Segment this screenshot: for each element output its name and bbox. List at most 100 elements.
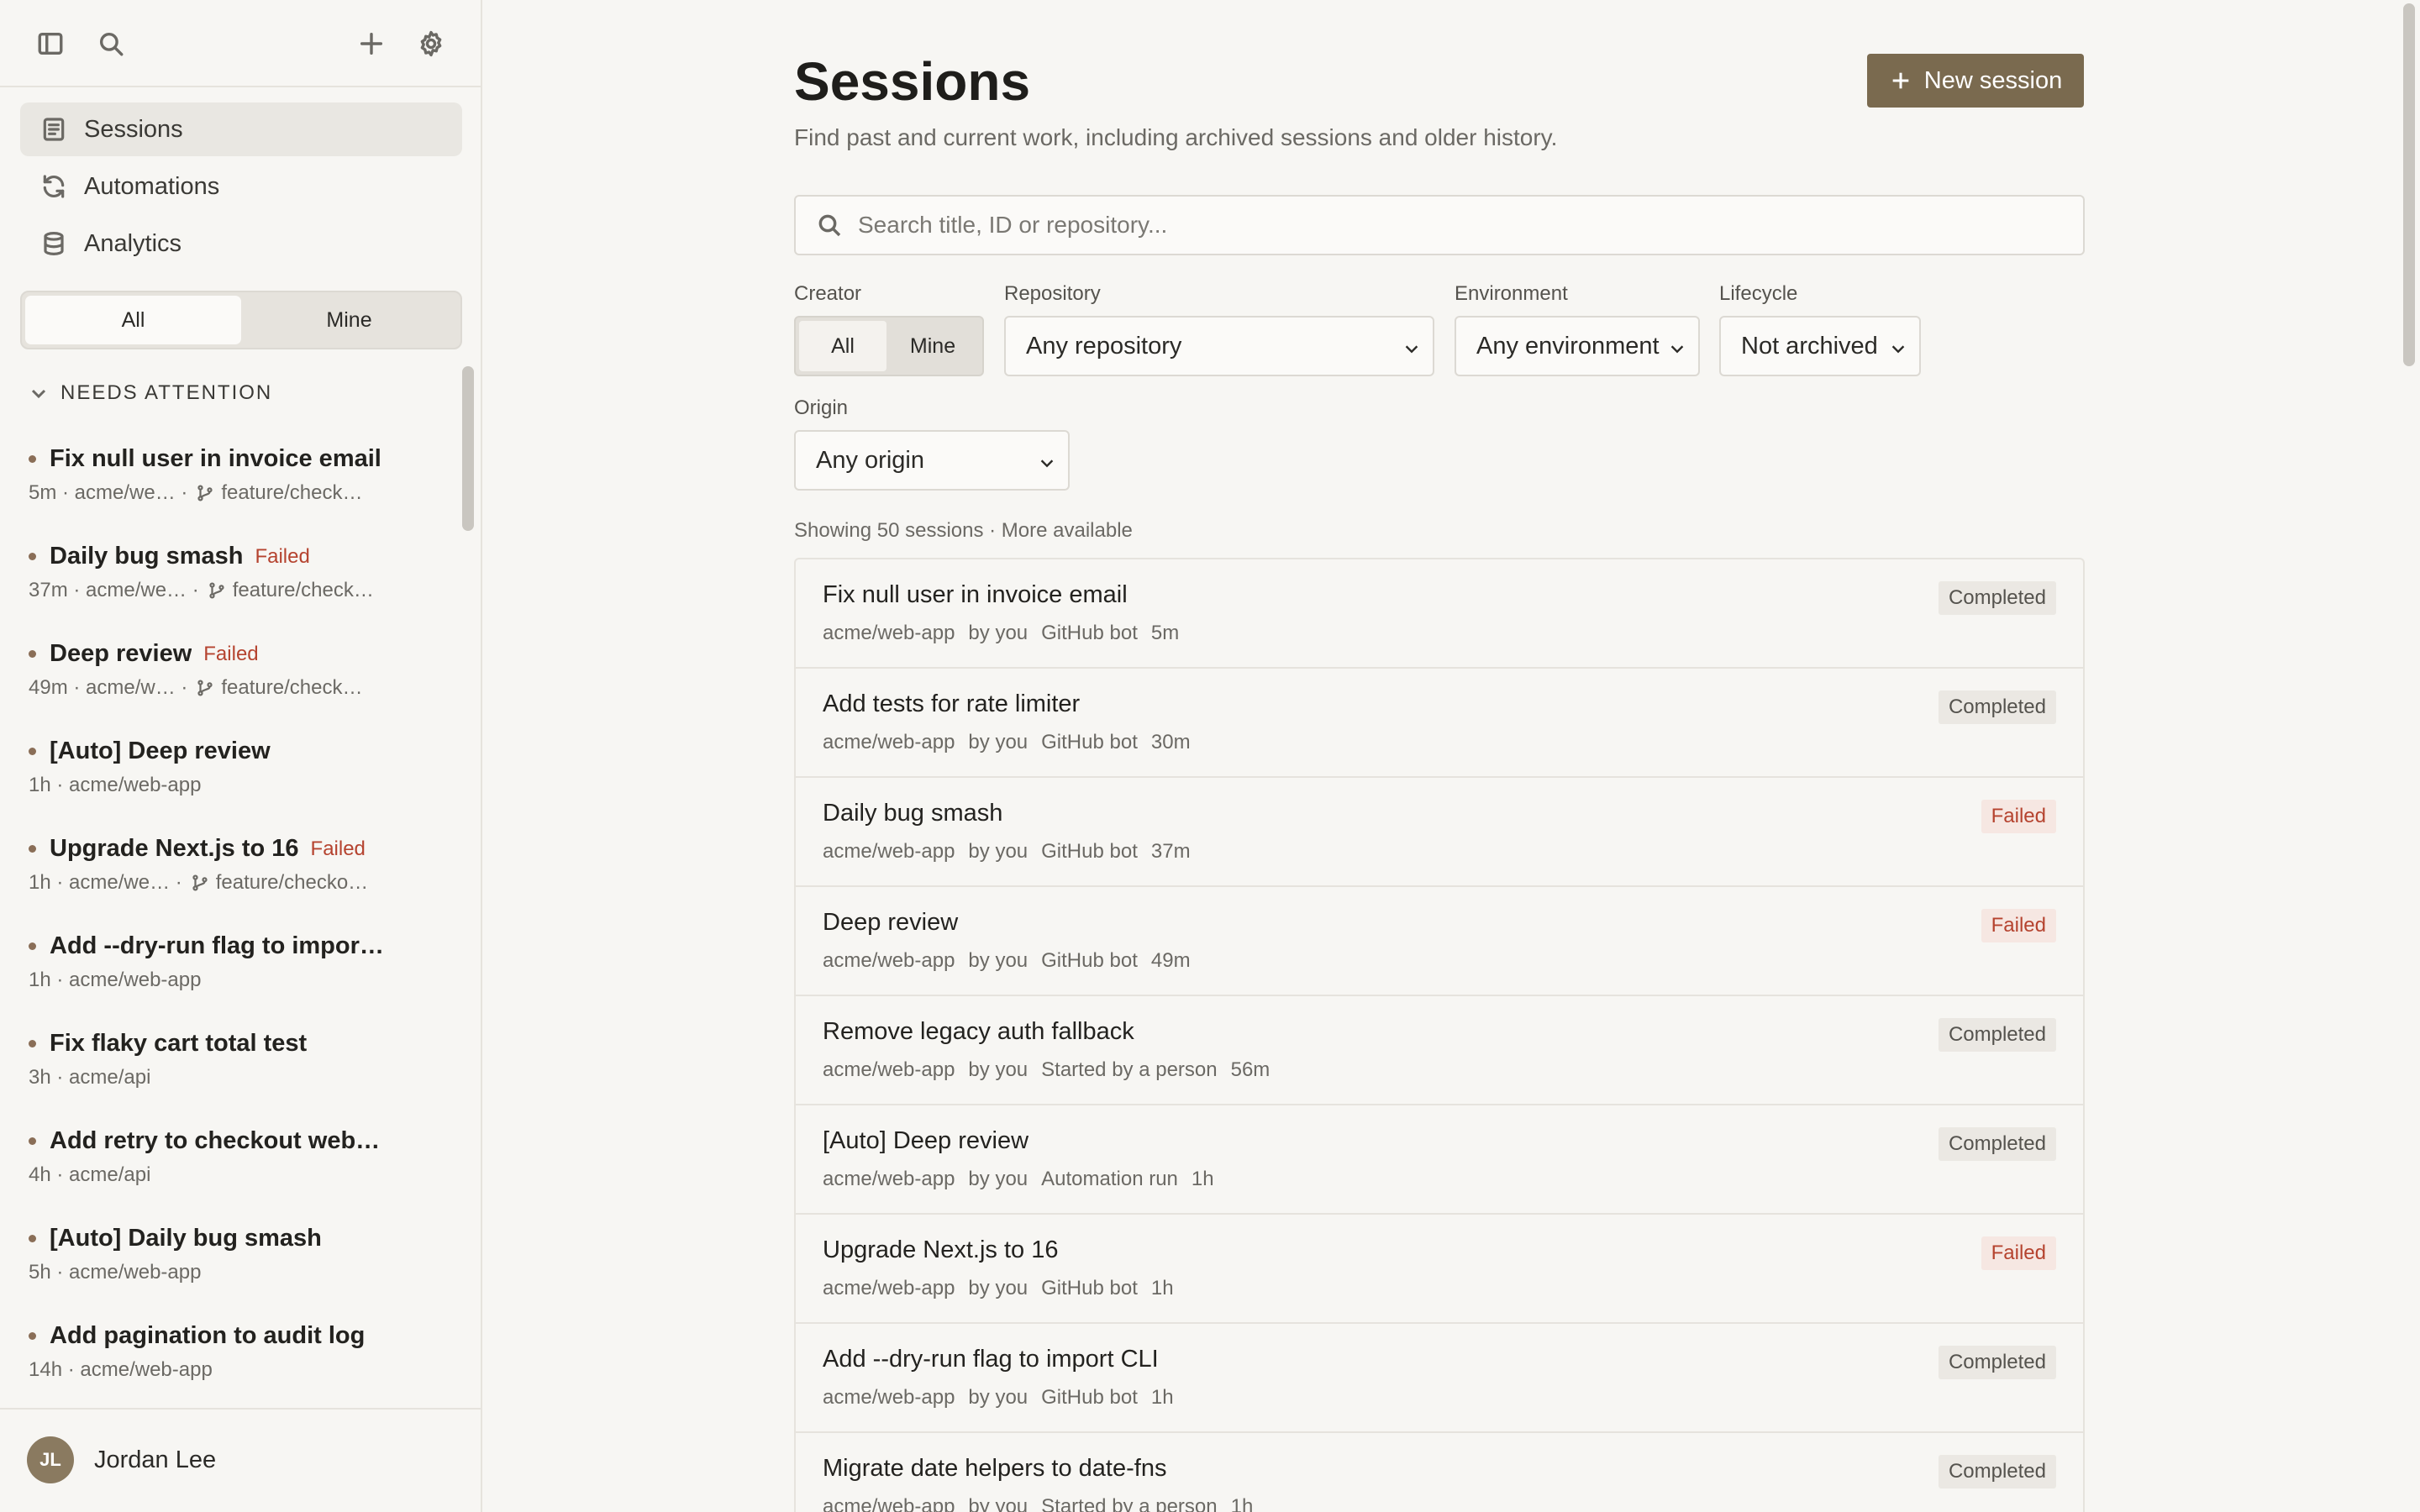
repository-value: Any repository [1026, 332, 1182, 360]
item-title: Add retry to checkout web… [50, 1127, 381, 1154]
session-origin: GitHub bot [1041, 1386, 1138, 1409]
status-dot [29, 1040, 36, 1047]
creator-mine-button[interactable]: Mine [886, 321, 979, 371]
item-age: 5m [29, 481, 57, 504]
list-item[interactable]: Add pagination to audit log 14h · acme/w… [29, 1322, 424, 1382]
item-age: 1h [29, 871, 51, 894]
item-title: Deep review [50, 640, 192, 667]
document-icon [43, 118, 65, 141]
list-item[interactable]: Daily bug smash Failed 37m · acme/we… · fe… [29, 543, 424, 602]
lifecycle-select[interactable]: Not archived [1719, 316, 1921, 376]
user-name: Jordan Lee [94, 1446, 217, 1473]
sidebar-item-sessions[interactable]: Sessions [20, 102, 462, 156]
table-row[interactable]: Deep review acme/web-app by you GitHub bot… [796, 887, 2083, 996]
item-title: Add --dry-run flag to impor… [50, 932, 384, 959]
repository-select[interactable]: Any repository [1004, 316, 1434, 376]
branch-icon [209, 582, 224, 599]
item-repo: acme/we… [69, 871, 171, 894]
database-icon [44, 232, 64, 255]
item-age: 49m [29, 676, 68, 699]
needs-attention-header[interactable]: NEEDS ATTENTION [29, 381, 272, 405]
list-item[interactable]: [Auto] Deep review 1h · acme/web-app [29, 738, 424, 797]
filter-all-button[interactable]: All [25, 296, 241, 344]
list-item[interactable]: Deep review Failed 49m · acme/w… · feature… [29, 640, 424, 700]
item-age: 3h [29, 1066, 51, 1089]
item-repo: acme/w… [86, 676, 176, 699]
search-icon[interactable] [92, 25, 129, 62]
item-age: 1h [29, 969, 51, 991]
environment-value: Any environment [1476, 332, 1660, 360]
item-age: 14h [29, 1358, 63, 1381]
session-origin: GitHub bot [1041, 949, 1138, 972]
list-item[interactable]: Fix flaky cart total test 3h · acme/api [29, 1030, 424, 1089]
sidebar-toggle-icon[interactable] [32, 25, 69, 62]
chevron-down-icon [1040, 459, 1054, 468]
table-row[interactable]: Upgrade Next.js to 16 acme/web-app by you… [796, 1215, 2083, 1324]
session-age: 1h [1191, 1168, 1214, 1190]
sidebar-item-automations[interactable]: Automations [20, 160, 462, 213]
item-age: 4h [29, 1163, 51, 1186]
session-owner: by you [968, 949, 1028, 972]
status-dot [29, 1235, 36, 1242]
session-title: Add --dry-run flag to import CLI [823, 1346, 1159, 1373]
session-origin: Started by a person [1041, 1495, 1218, 1512]
session-owner: by you [968, 731, 1028, 753]
branch-icon [197, 680, 213, 696]
session-title: Add tests for rate limiter [823, 690, 1081, 717]
list-item[interactable]: Add retry to checkout web… 4h · acme/api [29, 1127, 424, 1187]
table-row[interactable]: [Auto] Deep review acme/web-app by you Aut… [796, 1105, 2083, 1215]
table-row[interactable]: Fix null user in invoice email acme/web-… [796, 559, 2083, 669]
session-age: 30m [1150, 731, 1191, 753]
session-title: Upgrade Next.js to 16 [823, 1236, 1059, 1263]
search-field[interactable] [794, 195, 2085, 255]
search-input[interactable] [858, 212, 2034, 239]
session-title: Migrate date helpers to date-fns [823, 1455, 1167, 1482]
origin-select[interactable]: Any origin [794, 430, 1070, 491]
new-session-button[interactable]: New session [1867, 54, 2084, 108]
table-row[interactable]: Add tests for rate limiter acme/web-app b… [796, 669, 2083, 778]
sidebar-item-label: Sessions [84, 115, 183, 143]
environment-select[interactable]: Any environment [1455, 316, 1700, 376]
status-dot [29, 455, 36, 463]
item-age: 1h [29, 774, 51, 796]
section-title: NEEDS ATTENTION [60, 381, 273, 404]
session-origin: Automation run [1041, 1168, 1178, 1190]
user-profile[interactable]: JL Jordan Lee [0, 1408, 481, 1512]
origin-label: Origin [794, 396, 849, 419]
plus-icon[interactable] [353, 25, 390, 62]
list-item[interactable]: Upgrade Next.js to 16 Failed 1h · acme/we… [29, 835, 424, 895]
sidebar-item-analytics[interactable]: Analytics [20, 217, 462, 270]
session-origin: GitHub bot [1041, 840, 1138, 863]
table-row[interactable]: Remove legacy auth fallback acme/web-app… [796, 996, 2083, 1105]
filter-mine-button[interactable]: Mine [241, 296, 457, 344]
repository-label: Repository [1004, 282, 1101, 305]
creator-all-button[interactable]: All [799, 321, 886, 371]
status-badge: Completed [1938, 1127, 2056, 1161]
sidebar-scrollbar[interactable] [462, 366, 474, 531]
session-age: 1h [1150, 1386, 1174, 1409]
table-row[interactable]: Migrate date helpers to date-fns acme/we… [796, 1433, 2083, 1512]
session-age: 5m [1150, 622, 1180, 644]
session-title: Remove legacy auth fallback [823, 1018, 1134, 1045]
session-repo: acme/web-app [823, 1058, 955, 1081]
item-title: Upgrade Next.js to 16 [50, 835, 299, 862]
table-row[interactable]: Daily bug smash acme/web-app by you GitHub… [796, 778, 2083, 887]
item-title: [Auto] Daily bug smash [50, 1225, 322, 1252]
item-repo: acme/api [69, 1163, 151, 1186]
session-owner: by you [968, 840, 1028, 863]
sidebar-nav: Sessions Automations Analytics [20, 102, 462, 274]
table-row[interactable]: Add --dry-run flag to import CLI acme/we… [796, 1324, 2083, 1433]
gear-icon[interactable] [413, 25, 450, 62]
session-repo: acme/web-app [823, 622, 955, 644]
status-badge: Failed [203, 642, 259, 665]
item-title: Fix flaky cart total test [50, 1030, 308, 1057]
session-owner: by you [968, 1277, 1028, 1299]
item-title: Add pagination to audit log [50, 1322, 366, 1349]
list-item[interactable]: Add --dry-run flag to impor… 1h · acme/w… [29, 932, 424, 992]
session-age: 49m [1150, 949, 1191, 972]
creator-toggle: All Mine [794, 316, 984, 376]
list-item[interactable]: Fix null user in invoice email 5m · acme… [29, 445, 424, 505]
status-dot [29, 553, 36, 560]
main-scrollbar[interactable] [2403, 3, 2415, 366]
list-item[interactable]: [Auto] Daily bug smash 5h · acme/web-app [29, 1225, 424, 1284]
